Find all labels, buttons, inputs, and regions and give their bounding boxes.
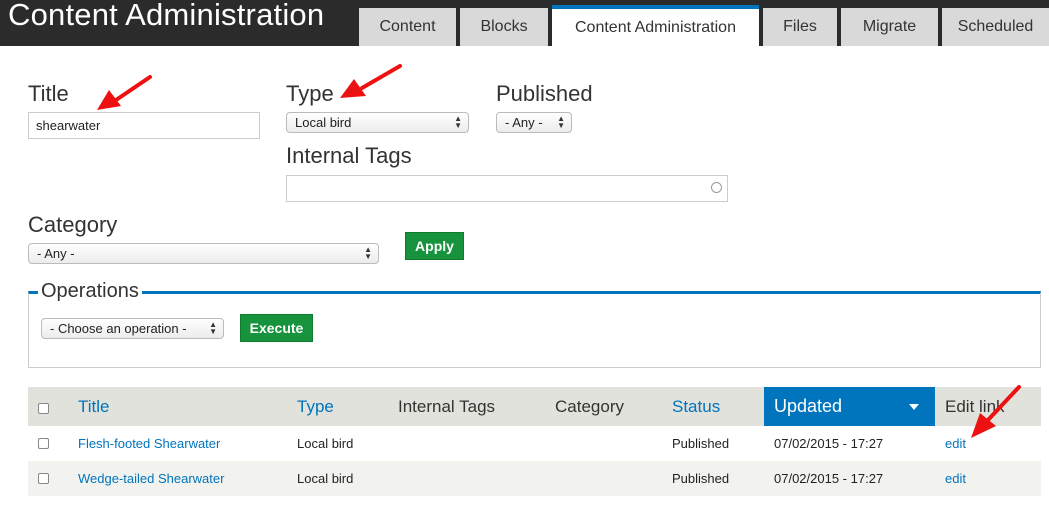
title-filter-input[interactable] <box>28 112 260 139</box>
updown-arrows-icon: ▲ ▼ <box>209 320 217 336</box>
internal-tags-input[interactable] <box>286 175 728 202</box>
row-status: Published <box>672 436 730 451</box>
tab-content[interactable]: Content <box>359 8 456 46</box>
column-category-header: Category <box>555 396 624 416</box>
sort-descending-icon <box>909 404 919 410</box>
row-title-link[interactable]: Flesh-footed Shearwater <box>78 426 220 461</box>
row-checkbox[interactable] <box>38 438 49 449</box>
row-updated: 07/02/2015 - 17:27 <box>774 436 884 451</box>
app-title-block: Content Administration <box>0 0 356 46</box>
column-internal-tags-header: Internal Tags <box>398 396 496 416</box>
column-updated-header[interactable]: Updated <box>764 387 935 426</box>
header: Content Administration Content Blocks Co… <box>0 0 1049 46</box>
column-title-header[interactable]: Title <box>78 387 110 426</box>
red-arrow-type-icon <box>340 64 402 98</box>
tab-scheduled[interactable]: Scheduled <box>942 8 1049 46</box>
row-updated: 07/02/2015 - 17:27 <box>774 471 884 486</box>
type-filter-value: Local bird <box>295 115 352 130</box>
tab-migrate[interactable]: Migrate <box>841 8 938 46</box>
published-filter-value: - Any - <box>505 115 543 130</box>
table-row: Flesh-footed Shearwater Local bird Publi… <box>28 426 1041 461</box>
type-filter-label: Type <box>286 81 334 106</box>
operations-legend: Operations <box>38 280 142 303</box>
row-type: Local bird <box>297 436 354 451</box>
tab-blocks[interactable]: Blocks <box>460 8 548 46</box>
title-filter-label: Title <box>28 81 69 106</box>
published-filter-select[interactable]: - Any - ▲ ▼ <box>496 112 572 133</box>
row-edit-link[interactable]: edit <box>945 461 966 496</box>
row-title-link[interactable]: Wedge-tailed Shearwater <box>78 461 224 496</box>
execute-button[interactable]: Execute <box>240 314 313 342</box>
row-type: Local bird <box>297 471 354 486</box>
column-type-header[interactable]: Type <box>297 387 334 426</box>
tab-files[interactable]: Files <box>763 8 837 46</box>
updown-arrows-icon: ▲ ▼ <box>454 114 462 130</box>
apply-button[interactable]: Apply <box>405 232 464 260</box>
category-filter-value: - Any - <box>37 246 75 261</box>
autocomplete-throbber-icon <box>711 182 722 193</box>
row-status: Published <box>672 471 730 486</box>
tab-content-administration[interactable]: Content Administration <box>552 5 759 46</box>
row-checkbox[interactable] <box>38 473 49 484</box>
updown-arrows-icon: ▲ ▼ <box>364 245 372 261</box>
type-filter-select[interactable]: Local bird ▲ ▼ <box>286 112 469 133</box>
internal-tags-field <box>286 175 728 202</box>
select-all-checkbox[interactable] <box>38 403 49 414</box>
operation-select[interactable]: - Choose an operation - ▲ ▼ <box>41 318 224 339</box>
operation-select-value: - Choose an operation - <box>50 321 187 336</box>
published-filter-label: Published <box>496 81 593 106</box>
category-filter-select[interactable]: - Any - ▲ ▼ <box>28 243 379 264</box>
column-status-header[interactable]: Status <box>672 387 720 426</box>
app-title: Content Administration <box>8 0 325 32</box>
internal-tags-filter-label: Internal Tags <box>286 143 412 168</box>
table-row: Wedge-tailed Shearwater Local bird Publi… <box>28 461 1041 496</box>
updown-arrows-icon: ▲ ▼ <box>557 114 565 130</box>
column-edit-link-header: Edit link <box>945 396 1005 416</box>
row-edit-link[interactable]: edit <box>945 426 966 461</box>
category-filter-label: Category <box>28 212 118 237</box>
red-arrow-title-icon <box>97 75 152 110</box>
column-updated-label: Updated <box>774 396 843 416</box>
